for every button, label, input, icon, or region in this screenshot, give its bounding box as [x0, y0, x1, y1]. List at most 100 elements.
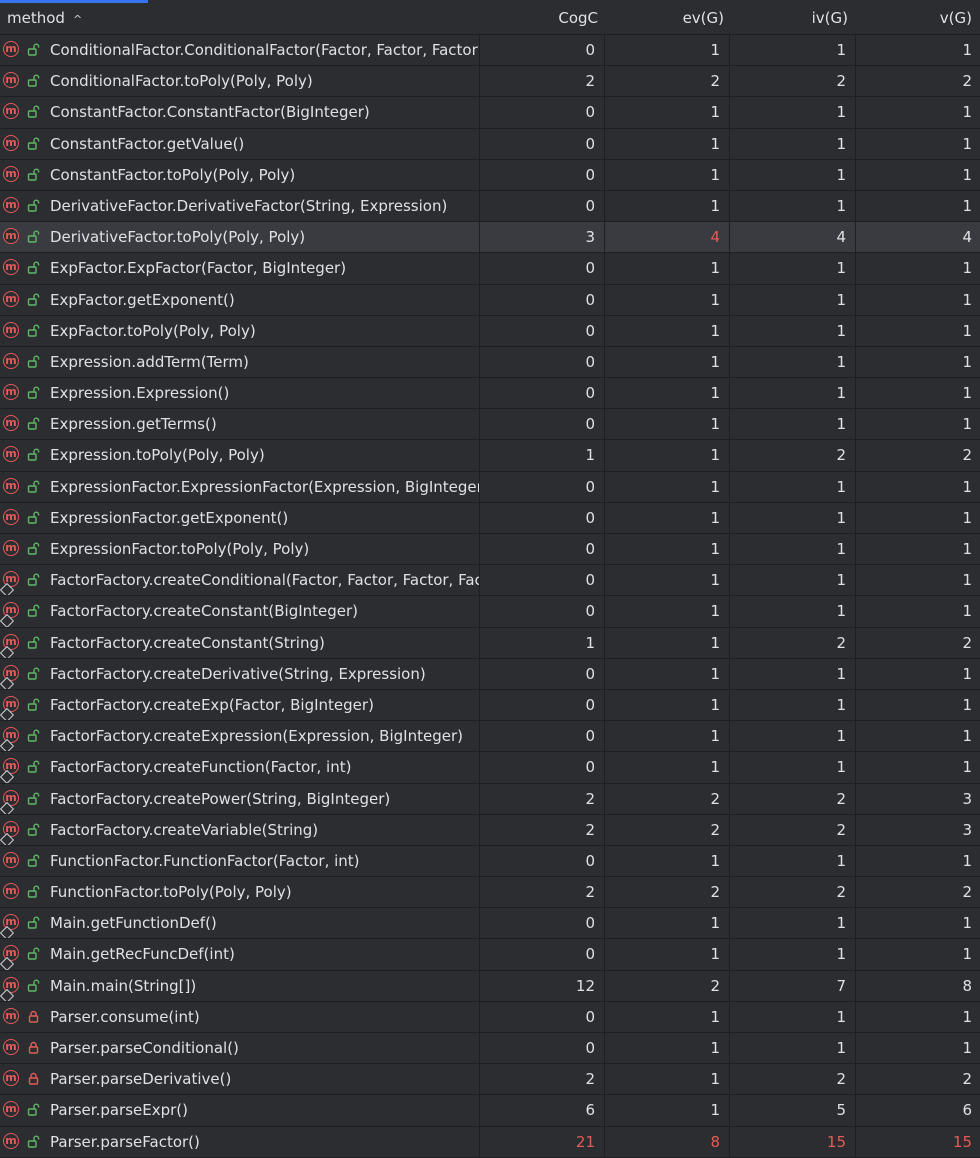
v-cell[interactable]: 1 [856, 721, 980, 753]
iv-cell[interactable]: 5 [730, 1095, 856, 1127]
cogc-cell[interactable]: 0 [480, 159, 605, 191]
sort-ascending-icon[interactable]: ^ [73, 13, 82, 26]
cogc-cell[interactable]: 0 [480, 315, 605, 347]
table-row[interactable]: m FactorFactory.createFunction(Factor, in… [0, 752, 980, 784]
v-cell[interactable]: 2 [856, 877, 980, 909]
table-row[interactable]: m ExpressionFactor.ExpressionFactor(Expre… [0, 471, 980, 503]
table-row[interactable]: m ConstantFactor.getValue() 0 1 1 1 [0, 128, 980, 160]
table-row[interactable]: m FactorFactory.createExpression(Expressi… [0, 721, 980, 753]
table-row[interactable]: m ExpFactor.toPoly(Poly, Poly) 0 1 1 1 [0, 315, 980, 347]
v-cell[interactable]: 1 [856, 689, 980, 722]
cogc-cell[interactable]: 1 [480, 440, 605, 472]
iv-cell[interactable]: 7 [730, 970, 856, 1002]
table-row[interactable]: m ExpressionFactor.getExponent() 0 1 1 1 [0, 502, 980, 534]
v-cell[interactable]: 1 [856, 190, 980, 223]
method-cell[interactable]: m FactorFactory.createConstant(BigInteger… [0, 596, 480, 628]
method-cell[interactable]: m ConstantFactor.toPoly(Poly, Poly) [0, 159, 480, 191]
table-row[interactable]: m FunctionFactor.FunctionFactor(Factor, i… [0, 845, 980, 878]
cogc-cell[interactable]: 0 [480, 752, 605, 784]
table-row[interactable]: m ConstantFactor.toPoly(Poly, Poly) 0 1 1 1 [0, 159, 980, 191]
method-cell[interactable]: m Expression.toPoly(Poly, Poly) [0, 440, 480, 472]
v-cell[interactable]: 3 [856, 814, 980, 846]
iv-cell[interactable]: 1 [730, 159, 856, 191]
v-cell[interactable]: 1 [856, 845, 980, 878]
method-cell[interactable]: m ExpressionFactor.getExponent() [0, 502, 480, 534]
v-cell[interactable]: 1 [856, 346, 980, 379]
method-cell[interactable]: m FactorFactory.createFunction(Factor, in… [0, 752, 480, 784]
v-cell[interactable]: 1 [856, 658, 980, 690]
cogc-cell[interactable]: 3 [480, 222, 605, 254]
ev-cell[interactable]: 1 [605, 721, 730, 753]
method-cell[interactable]: m FactorFactory.createExpression(Expressi… [0, 721, 480, 753]
column-header-iv[interactable]: iv(G) [812, 3, 848, 34]
cogc-cell[interactable]: 2 [480, 814, 605, 846]
ev-cell[interactable]: 1 [605, 159, 730, 191]
column-header-cogc[interactable]: CogC [558, 3, 598, 34]
method-cell[interactable]: m Expression.getTerms() [0, 409, 480, 441]
v-cell[interactable]: 1 [856, 596, 980, 628]
table-row[interactable]: m FactorFactory.createVariable(String) 2 2 2… [0, 814, 980, 846]
ev-cell[interactable]: 4 [605, 222, 730, 254]
method-cell[interactable]: m Parser.parseDerivative() [0, 1064, 480, 1096]
ev-cell[interactable]: 1 [605, 752, 730, 784]
method-cell[interactable]: m ExpressionFactor.toPoly(Poly, Poly) [0, 534, 480, 566]
ev-cell[interactable]: 1 [605, 689, 730, 722]
ev-cell[interactable]: 1 [605, 596, 730, 628]
v-cell[interactable]: 1 [856, 752, 980, 784]
table-row[interactable]: m Main.getRecFuncDef(int) 0 1 1 1 [0, 939, 980, 971]
method-cell[interactable]: m FunctionFactor.toPoly(Poly, Poly) [0, 877, 480, 909]
v-cell[interactable]: 1 [856, 908, 980, 940]
cogc-cell[interactable]: 2 [480, 1064, 605, 1096]
cogc-cell[interactable]: 0 [480, 471, 605, 503]
table-row[interactable]: m FactorFactory.createPower(String, BigIn… [0, 783, 980, 815]
v-cell[interactable]: 1 [856, 97, 980, 129]
iv-cell[interactable]: 1 [730, 658, 856, 690]
cogc-cell[interactable]: 2 [480, 877, 605, 909]
ev-cell[interactable]: 2 [605, 66, 730, 98]
v-cell[interactable]: 15 [856, 1126, 980, 1158]
ev-cell[interactable]: 1 [605, 471, 730, 503]
ev-cell[interactable]: 1 [605, 534, 730, 566]
cogc-cell[interactable]: 6 [480, 1095, 605, 1127]
cogc-cell[interactable]: 0 [480, 1033, 605, 1065]
table-row[interactable]: m ConstantFactor.ConstantFactor(BigIntege… [0, 97, 980, 129]
iv-cell[interactable]: 1 [730, 534, 856, 566]
table-row[interactable]: m ExpressionFactor.toPoly(Poly, Poly) 0 1 1 1 [0, 534, 980, 566]
method-cell[interactable]: m ConstantFactor.ConstantFactor(BigIntege… [0, 97, 480, 129]
ev-cell[interactable]: 1 [605, 1033, 730, 1065]
table-row[interactable]: m ExpFactor.ExpFactor(Factor, BigInteger)… [0, 253, 980, 285]
ev-cell[interactable]: 1 [605, 939, 730, 971]
method-cell[interactable]: m FunctionFactor.FunctionFactor(Factor, i… [0, 845, 480, 878]
method-cell[interactable]: m FactorFactory.createDerivative(String, … [0, 658, 480, 690]
ev-cell[interactable]: 1 [605, 502, 730, 534]
cogc-cell[interactable]: 12 [480, 970, 605, 1002]
column-header-ev[interactable]: ev(G) [683, 3, 724, 34]
ev-cell[interactable]: 1 [605, 128, 730, 160]
table-row[interactable]: m Expression.addTerm(Term) 0 1 1 1 [0, 346, 980, 379]
iv-cell[interactable]: 4 [730, 222, 856, 254]
method-cell[interactable]: m FactorFactory.createExp(Factor, BigInte… [0, 689, 480, 722]
method-cell[interactable]: m ConstantFactor.getValue() [0, 128, 480, 160]
ev-cell[interactable]: 1 [605, 284, 730, 316]
cogc-cell[interactable]: 0 [480, 908, 605, 940]
table-row[interactable]: m DerivativeFactor.toPoly(Poly, Poly) 3 4 4 4 [0, 222, 980, 254]
ev-cell[interactable]: 1 [605, 190, 730, 223]
iv-cell[interactable]: 2 [730, 440, 856, 472]
iv-cell[interactable]: 1 [730, 908, 856, 940]
table-row[interactable]: m Parser.parseConditional() 0 1 1 1 [0, 1033, 980, 1065]
ev-cell[interactable]: 1 [605, 627, 730, 659]
iv-cell[interactable]: 2 [730, 66, 856, 98]
cogc-cell[interactable]: 2 [480, 783, 605, 815]
ev-cell[interactable]: 8 [605, 1126, 730, 1158]
ev-cell[interactable]: 1 [605, 35, 730, 67]
method-cell[interactable]: m Parser.parseConditional() [0, 1033, 480, 1065]
table-row[interactable]: m ConditionalFactor.ConditionalFactor(Fac… [0, 35, 980, 67]
iv-cell[interactable]: 1 [730, 565, 856, 597]
iv-cell[interactable]: 1 [730, 409, 856, 441]
method-cell[interactable]: m FactorFactory.createConstant(String) [0, 627, 480, 659]
table-row[interactable]: m FactorFactory.createDerivative(String, … [0, 658, 980, 690]
ev-cell[interactable]: 2 [605, 814, 730, 846]
iv-cell[interactable]: 1 [730, 689, 856, 722]
iv-cell[interactable]: 1 [730, 35, 856, 67]
method-cell[interactable]: m Main.getFunctionDef() [0, 908, 480, 940]
